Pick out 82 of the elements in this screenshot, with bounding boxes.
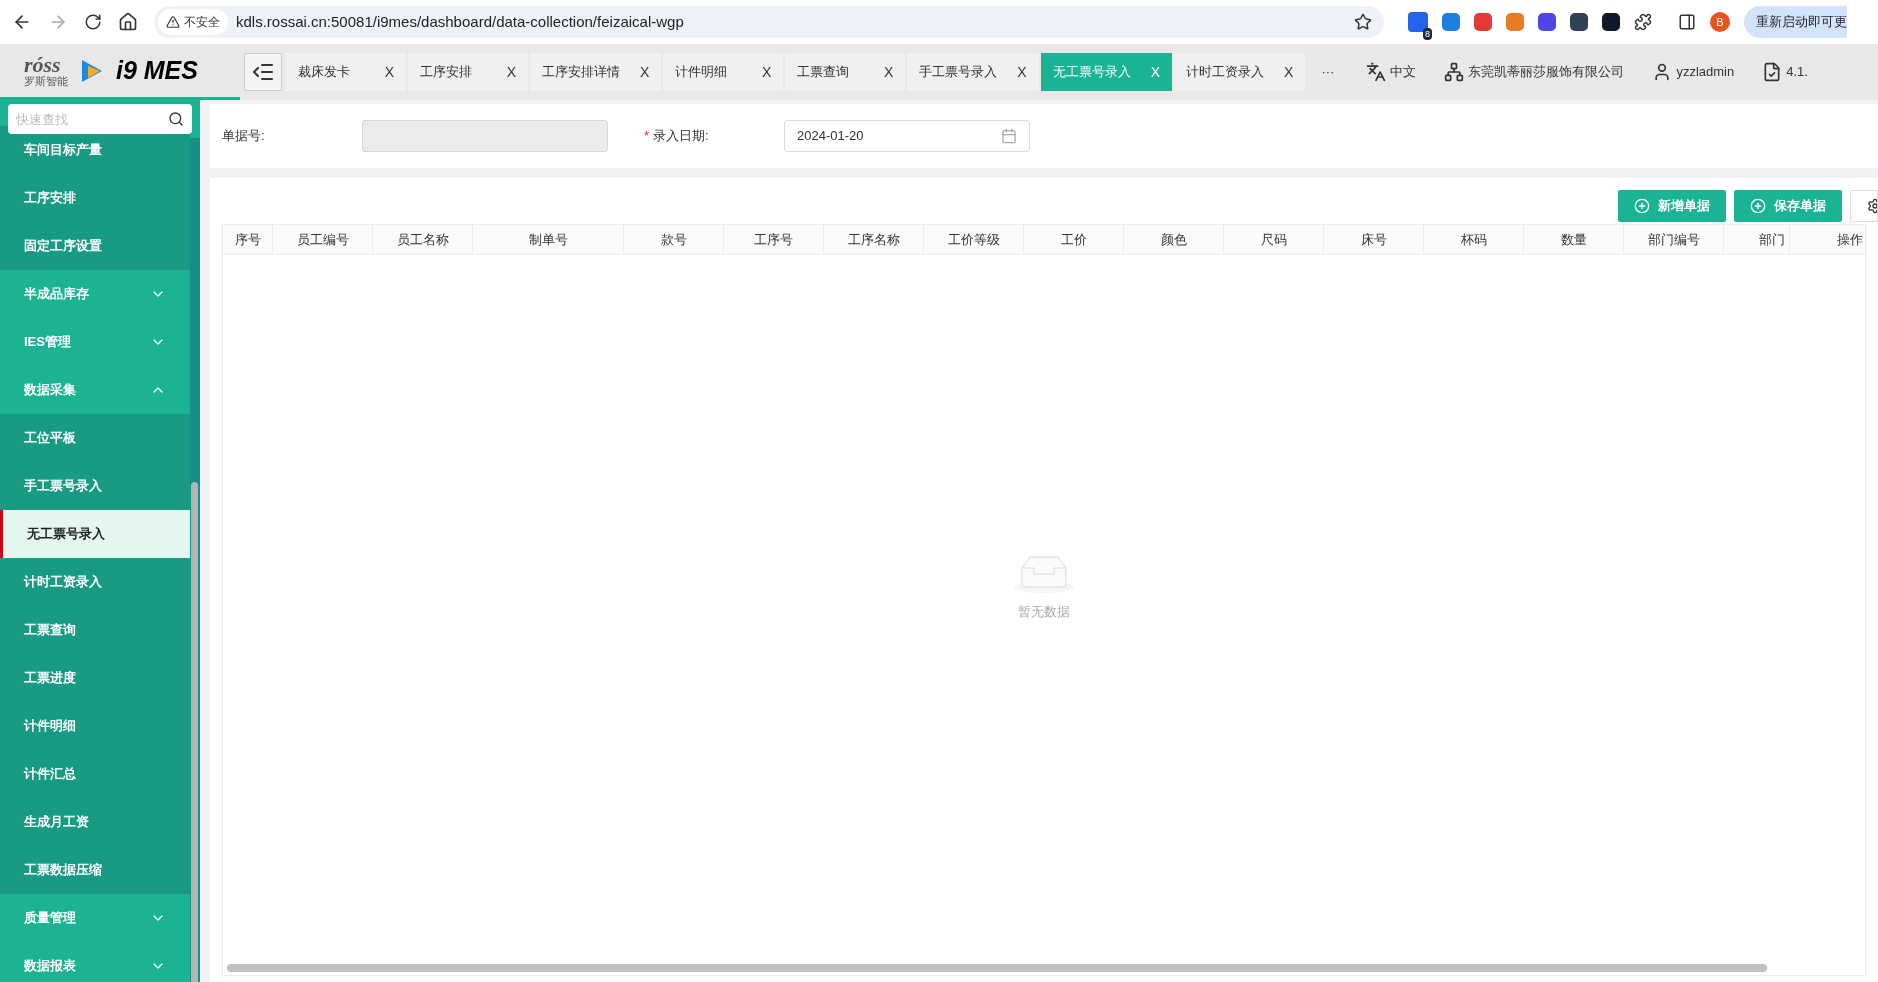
tab-close-button[interactable]: X bbox=[1284, 61, 1294, 83]
column-header: 工价 bbox=[1024, 225, 1124, 254]
home-icon[interactable] bbox=[118, 12, 138, 32]
logo-mark-icon bbox=[80, 57, 104, 84]
update-button[interactable]: 重新启动即可更 bbox=[1744, 6, 1847, 38]
profile-avatar[interactable]: B bbox=[1710, 12, 1730, 32]
column-header: 工序名称 bbox=[824, 225, 924, 254]
translate-icon[interactable] bbox=[1366, 62, 1387, 82]
column-header: 员工名称 bbox=[373, 225, 473, 254]
menu-item[interactable]: 计时工资录入 bbox=[0, 558, 190, 606]
tab-close-button[interactable]: X bbox=[884, 61, 894, 83]
extension-icon[interactable] bbox=[1408, 12, 1428, 32]
tab-close-button[interactable]: X bbox=[1017, 61, 1027, 83]
user-name[interactable]: yzzladmin bbox=[1676, 62, 1735, 82]
reload-icon[interactable] bbox=[84, 13, 102, 31]
field-label: 单据号: bbox=[222, 127, 266, 146]
more-tabs-button[interactable]: ··· bbox=[1321, 62, 1335, 82]
tab-close-button[interactable]: X bbox=[762, 61, 772, 83]
menu-item[interactable]: 工票数据压缩 bbox=[0, 846, 190, 894]
product-name: i9 MES bbox=[116, 54, 198, 86]
version-label: 4.1. bbox=[1786, 63, 1808, 82]
page-tab[interactable]: 计时工资录入 X bbox=[1174, 53, 1306, 91]
extension-icon[interactable] bbox=[1602, 13, 1620, 31]
menu-item[interactable]: 工序安排 bbox=[0, 174, 190, 222]
page-tab[interactable]: 裁床发卡 X bbox=[286, 53, 406, 91]
collapse-menu-button[interactable] bbox=[244, 53, 282, 91]
menu-item[interactable]: 生成月工资 bbox=[0, 798, 190, 846]
column-header: 部门 bbox=[1724, 225, 1790, 254]
column-header: 数量 bbox=[1524, 225, 1624, 254]
page-tab[interactable]: 工序安排 X bbox=[408, 53, 528, 91]
security-badge[interactable]: 不安全 bbox=[158, 9, 228, 35]
column-header: 颜色 bbox=[1124, 225, 1224, 254]
column-header: 款号 bbox=[624, 225, 724, 254]
page-tab[interactable]: 手工票号录入 X bbox=[907, 53, 1039, 91]
column-header: 部门编号 bbox=[1624, 225, 1724, 254]
empty-box-icon bbox=[1012, 554, 1076, 595]
scrollbar[interactable] bbox=[191, 482, 198, 982]
quick-search-field[interactable]: 快速查找 bbox=[8, 104, 192, 134]
column-header: 工价等级 bbox=[924, 225, 1024, 254]
menu-item[interactable]: 工位平板 bbox=[0, 414, 190, 462]
column-header: 床号 bbox=[1324, 225, 1424, 254]
plus-circle-icon bbox=[1634, 198, 1650, 214]
date-field[interactable]: 2024-01-20 bbox=[784, 120, 1030, 152]
column-header: 员工编号 bbox=[273, 225, 373, 254]
menu-item[interactable]: 工票查询 bbox=[0, 606, 190, 654]
column-header: 杯码 bbox=[1424, 225, 1524, 254]
column-header: 制单号 bbox=[473, 225, 624, 254]
menu-item[interactable]: 计件汇总 bbox=[0, 750, 190, 798]
menu-item[interactable]: 手工票号录入 bbox=[0, 462, 190, 510]
tab-close-button[interactable]: X bbox=[506, 61, 516, 83]
page-tab[interactable]: 工序安排详情 X bbox=[530, 53, 662, 91]
address-bar[interactable]: 不安全 kdls.rossai.cn:50081/i9mes/dashboard/data-collection/feizaical-wgp bbox=[154, 6, 1384, 38]
org-chart-icon[interactable] bbox=[1444, 62, 1465, 82]
company-name[interactable]: 东莞凯蒂丽莎服饰有限公司 bbox=[1468, 62, 1625, 82]
url-text: kdls.rossai.cn:50081/i9mes/dashboard/data-collection/feizaical-wgp bbox=[236, 11, 685, 32]
menu-item[interactable]: 计件明细 bbox=[0, 702, 190, 750]
tab-close-button[interactable]: X bbox=[640, 61, 650, 83]
brand-logo: róss 罗斯智能 bbox=[24, 54, 68, 87]
extension-badge: 8 bbox=[1423, 28, 1432, 40]
plus-circle-icon bbox=[1750, 198, 1766, 214]
column-header: 操作 bbox=[1790, 225, 1865, 254]
bookmark-icon[interactable] bbox=[1354, 13, 1372, 31]
column-header: 工序号 bbox=[724, 225, 824, 254]
field-label: * 录入日期: bbox=[644, 127, 710, 146]
calendar-icon bbox=[1001, 128, 1017, 144]
column-header: 序号 bbox=[223, 225, 273, 254]
page-tab[interactable]: 工票查询 X bbox=[785, 53, 906, 91]
extensions-icon[interactable] bbox=[1634, 13, 1652, 31]
menu-item[interactable]: 无工票号录入 bbox=[0, 510, 190, 558]
search-icon[interactable] bbox=[168, 111, 184, 127]
menu-item[interactable]: 固定工序设置 bbox=[0, 222, 190, 270]
settings-button[interactable] bbox=[1850, 190, 1878, 222]
tab-close-button[interactable]: X bbox=[384, 61, 394, 83]
side-panel-icon[interactable] bbox=[1678, 13, 1696, 31]
horizontal-scrollbar[interactable] bbox=[227, 964, 1767, 972]
column-header: 尺码 bbox=[1224, 225, 1324, 254]
extension-icon[interactable] bbox=[1570, 13, 1588, 31]
empty-text: 暂无数据 bbox=[1018, 603, 1070, 622]
language-label[interactable]: 中文 bbox=[1390, 62, 1417, 82]
menu-item[interactable]: 工票进度 bbox=[0, 654, 190, 702]
extension-icon[interactable] bbox=[1538, 13, 1556, 31]
page-tab[interactable]: 计件明细 X bbox=[663, 53, 784, 91]
